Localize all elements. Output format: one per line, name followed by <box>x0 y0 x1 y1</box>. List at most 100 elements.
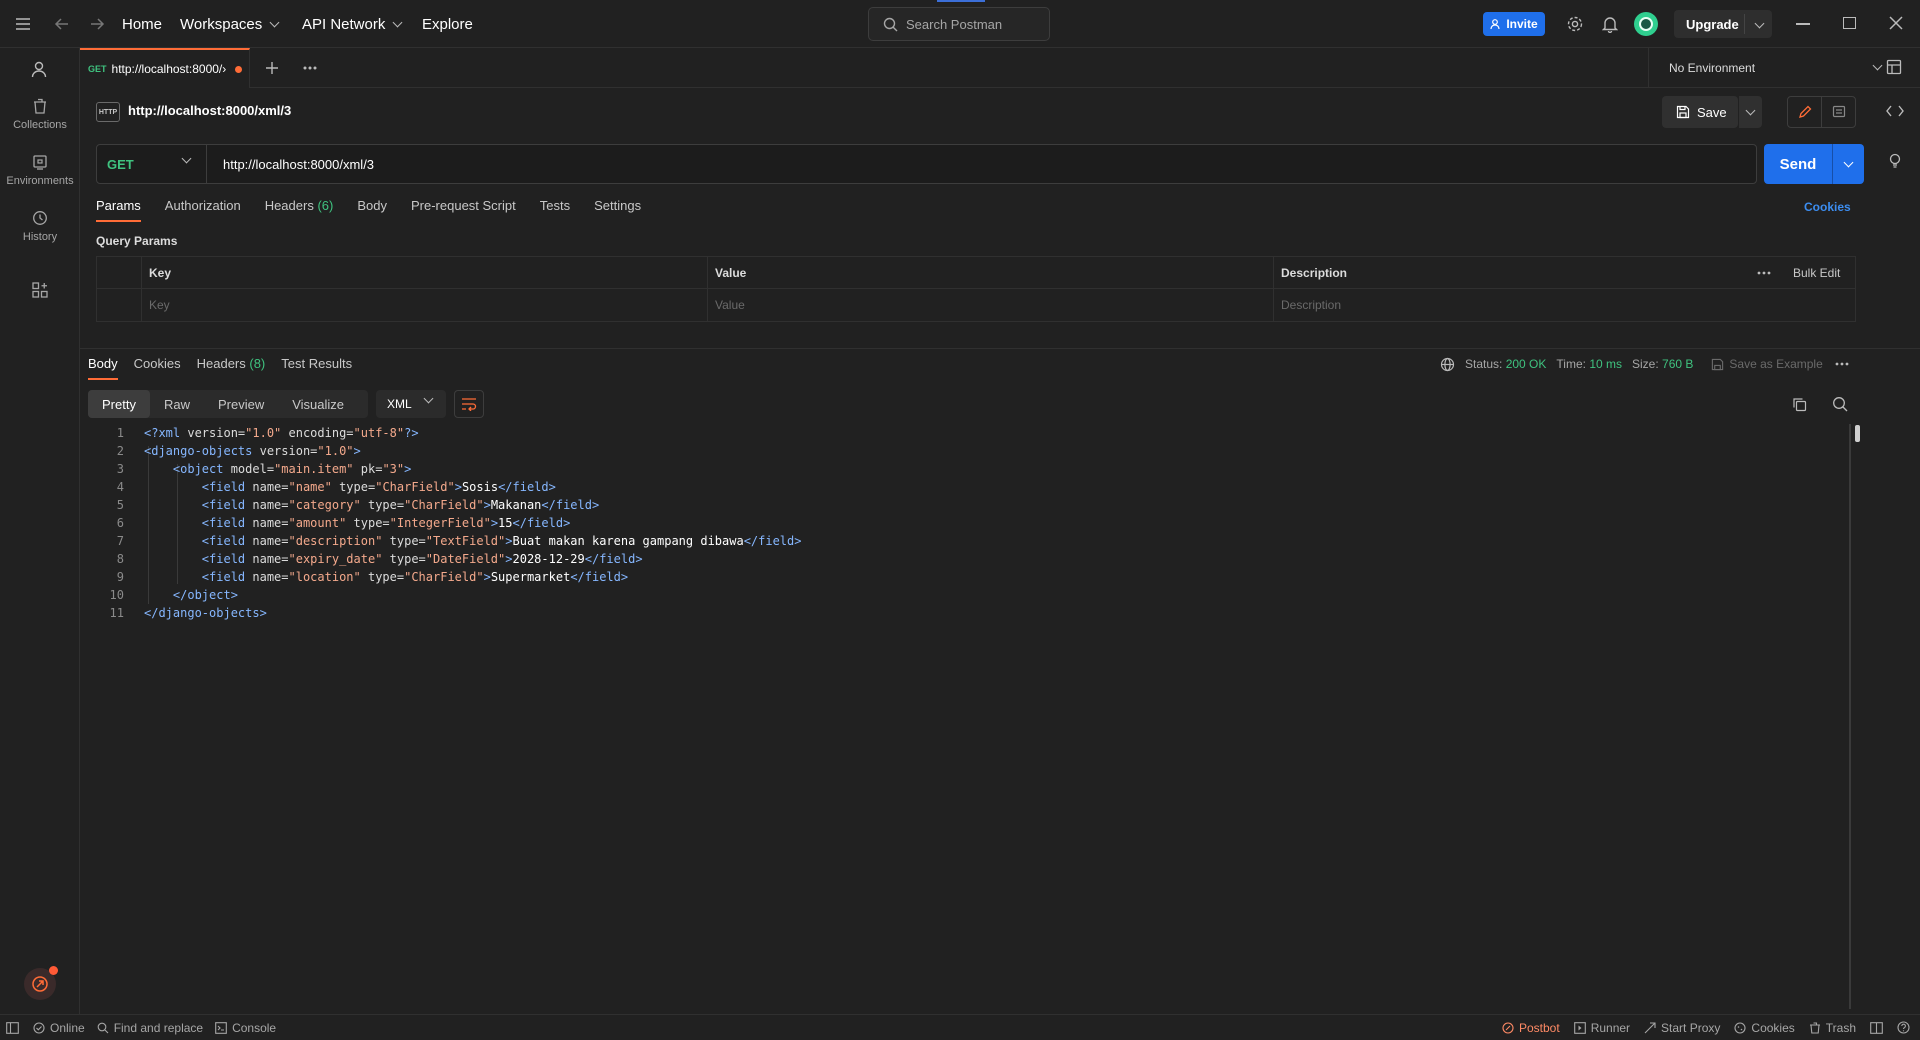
left-sidebar: Collections Environments History <box>0 48 80 1014</box>
sidebar-item-environments[interactable]: Environments <box>0 154 80 187</box>
search-bar[interactable]: Search Postman <box>868 7 1050 41</box>
tab-tests[interactable]: Tests <box>540 198 570 220</box>
tab-headers[interactable]: Headers (6) <box>265 198 334 220</box>
wrap-lines-button[interactable] <box>454 390 484 418</box>
maximize-icon[interactable] <box>1843 17 1856 29</box>
query-params-table: Key Value Description Bulk Edit Key Valu… <box>96 256 1856 322</box>
environment-quick-look-icon[interactable] <box>1886 59 1902 75</box>
view-raw[interactable]: Raw <box>150 390 204 418</box>
response-divider[interactable] <box>80 348 1920 349</box>
cookies-status-button[interactable]: Cookies <box>1734 1021 1795 1035</box>
settings-gear-icon[interactable] <box>1566 15 1584 33</box>
cookies-link[interactable]: Cookies <box>1804 200 1851 214</box>
chevron-down-icon[interactable] <box>1754 18 1765 29</box>
search-icon[interactable] <box>1832 396 1848 412</box>
size[interactable]: Size: 760 B <box>1632 357 1693 371</box>
response-tab-headers[interactable]: Headers (8) <box>197 356 266 378</box>
add-apps-icon[interactable] <box>32 282 48 298</box>
value-input[interactable]: Value <box>707 289 1273 321</box>
save-button[interactable]: Save <box>1662 96 1738 128</box>
send-button[interactable]: Send <box>1764 144 1864 184</box>
time[interactable]: Time: 10 ms <box>1556 357 1622 371</box>
online-status[interactable]: Online <box>33 1021 85 1035</box>
console-button[interactable]: Console <box>215 1021 276 1035</box>
url-input[interactable]: http://localhost:8000/xml/3 <box>207 157 374 172</box>
close-icon[interactable] <box>1889 16 1903 30</box>
bulk-edit-button[interactable]: Bulk Edit <box>1785 257 1840 289</box>
nav-home[interactable]: Home <box>122 0 162 48</box>
minimize-icon[interactable] <box>1796 23 1810 25</box>
code-line: 7 <field name="description" type="TextFi… <box>116 534 802 548</box>
comment-mode-button[interactable] <box>1822 97 1855 127</box>
tab-authorization[interactable]: Authorization <box>165 198 241 220</box>
two-pane-toggle[interactable] <box>1870 1021 1883 1034</box>
lightbulb-icon[interactable] <box>1887 152 1903 168</box>
copy-icon[interactable] <box>1792 397 1807 412</box>
response-tab-test-results[interactable]: Test Results <box>281 356 352 378</box>
postbot-button[interactable] <box>24 966 58 1000</box>
save-as-example-button[interactable]: Save as Example <box>1711 357 1823 371</box>
more-tabs-icon[interactable] <box>303 66 317 70</box>
view-preview[interactable]: Preview <box>204 390 278 418</box>
notification-bell-icon[interactable] <box>1602 15 1618 33</box>
environment-selector[interactable]: No Environment <box>1648 48 1920 88</box>
runner-button[interactable]: Runner <box>1573 1021 1630 1035</box>
description-input[interactable]: Description <box>1273 289 1853 321</box>
globe-icon[interactable] <box>1440 357 1455 372</box>
hamburger-menu-icon[interactable] <box>15 17 31 31</box>
code-line: 4 <field name="name" type="CharField">So… <box>116 480 556 494</box>
response-tab-cookies[interactable]: Cookies <box>134 356 181 378</box>
nav-api-network[interactable]: API Network <box>302 0 403 48</box>
view-pretty[interactable]: Pretty <box>88 390 150 418</box>
sidebar-item-history[interactable]: History <box>0 210 80 243</box>
key-input[interactable]: Key <box>141 289 707 321</box>
scrollbar-track[interactable] <box>1849 424 1851 1009</box>
nav-explore[interactable]: Explore <box>422 0 473 48</box>
avatar-face <box>1639 17 1653 31</box>
back-arrow-icon[interactable] <box>54 16 70 32</box>
search-icon <box>883 17 898 31</box>
search-placeholder: Search Postman <box>906 16 1003 32</box>
toggle-sidebar-button[interactable] <box>6 1021 19 1034</box>
scrollbar-thumb[interactable] <box>1855 425 1860 442</box>
url-bar: GET http://localhost:8000/xml/3 <box>96 144 1757 184</box>
more-options-icon[interactable] <box>1757 271 1771 275</box>
find-and-replace-button[interactable]: Find and replace <box>97 1021 203 1035</box>
request-tab[interactable]: GET http://localhost:8000/› <box>80 48 250 88</box>
new-tab-plus-icon[interactable] <box>265 61 279 75</box>
sidebar-item-collections[interactable]: Collections <box>0 98 80 131</box>
invite-button[interactable]: Invite <box>1483 12 1545 36</box>
forward-arrow-icon[interactable] <box>89 16 105 32</box>
user-icon[interactable] <box>30 60 48 78</box>
status[interactable]: Status: 200 OK <box>1465 357 1546 371</box>
pencil-icon <box>1798 105 1811 118</box>
history-icon <box>33 211 47 225</box>
trash-icon <box>1809 1021 1820 1034</box>
tab-params[interactable]: Params <box>96 198 141 222</box>
edit-mode-button[interactable] <box>1788 97 1822 127</box>
method-selector[interactable]: GET <box>97 145 207 183</box>
trash-button[interactable]: Trash <box>1809 1021 1856 1035</box>
wrap-lines-icon <box>462 398 477 411</box>
code-line: 5 <field name="category" type="CharField… <box>116 498 600 512</box>
upgrade-button[interactable]: Upgrade <box>1674 10 1772 38</box>
tab-pre-request-script[interactable]: Pre-request Script <box>411 198 516 220</box>
save-options-button[interactable] <box>1738 96 1762 128</box>
postbot-status-button[interactable]: Postbot <box>1502 1021 1560 1035</box>
send-options-button[interactable] <box>1833 157 1864 167</box>
more-options-icon[interactable] <box>1835 362 1849 366</box>
tab-settings[interactable]: Settings <box>594 198 641 220</box>
request-name[interactable]: http://localhost:8000/xml/3 <box>128 103 291 118</box>
help-button[interactable] <box>1897 1021 1910 1034</box>
comment-icon <box>1832 105 1845 118</box>
search-accent-line <box>937 0 985 2</box>
nav-workspaces[interactable]: Workspaces <box>180 0 280 48</box>
start-proxy-button[interactable]: Start Proxy <box>1644 1021 1720 1035</box>
avatar[interactable] <box>1634 12 1658 36</box>
chevron-down-icon[interactable] <box>1872 60 1883 71</box>
format-selector[interactable]: XML <box>376 390 446 418</box>
response-tab-body[interactable]: Body <box>88 356 118 380</box>
tab-body[interactable]: Body <box>357 198 387 220</box>
code-snippet-icon[interactable] <box>1886 104 1904 118</box>
view-visualize[interactable]: Visualize <box>278 390 358 418</box>
